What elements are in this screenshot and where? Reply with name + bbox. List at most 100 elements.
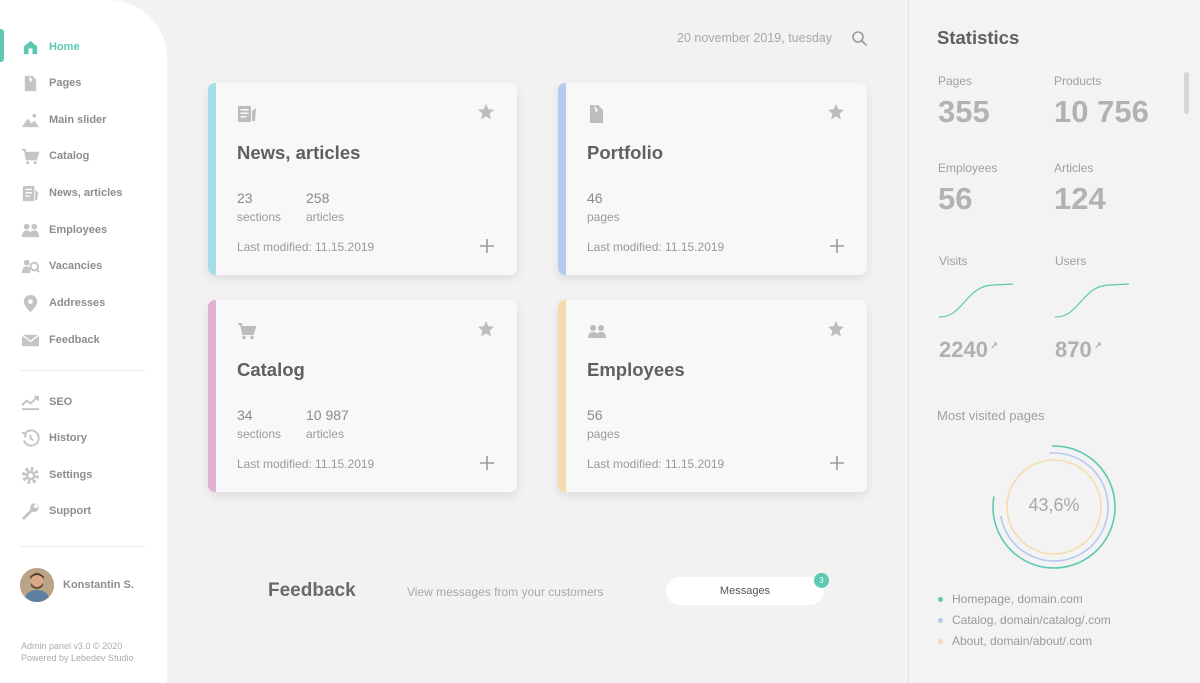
- stat-visits-value: 2240 ↗: [939, 337, 998, 363]
- chart-line-icon: [20, 392, 40, 412]
- most-visited-title: Most visited pages: [937, 408, 1045, 423]
- stat-value: 10 987: [306, 407, 349, 423]
- pages-icon: [20, 73, 40, 93]
- search-icon[interactable]: [851, 30, 868, 47]
- feedback-title: Feedback: [268, 580, 356, 601]
- card-accent: [558, 300, 566, 492]
- card-title: Catalog: [237, 359, 305, 380]
- card-stat: 10 987 articles: [306, 407, 349, 441]
- stat-pages-label: Pages: [938, 74, 973, 88]
- card-accent: [558, 83, 566, 275]
- sidebar-item-label: Main slider: [49, 114, 107, 126]
- users-sparkline: [1054, 283, 1130, 318]
- footer-version: Admin panel v3.0 © 2020: [21, 641, 123, 651]
- stat-employees-label: Employees: [938, 161, 998, 175]
- current-date: 20 november 2019, tuesday: [677, 31, 832, 45]
- card-catalog[interactable]: Catalog 34 sections 10 987 articles Last…: [208, 300, 517, 492]
- card-stat: 23 sections: [237, 190, 281, 224]
- news-icon: [20, 183, 40, 203]
- sidebar-item-catalog[interactable]: Catalog: [20, 144, 89, 168]
- plus-icon[interactable]: [829, 455, 845, 471]
- card-accent: [208, 300, 216, 492]
- home-icon: [20, 37, 40, 57]
- messages-button[interactable]: Messages: [666, 577, 824, 605]
- stat-users-label: Users: [1055, 254, 1087, 268]
- history-icon: [20, 428, 40, 448]
- footer-powered-by: Powered by Lebedev Studio: [21, 653, 134, 663]
- last-modified: Last modified: 11.15.2019: [237, 457, 375, 471]
- sidebar-item-label: Employees: [49, 224, 108, 236]
- stat-products-value: 10 756: [1054, 94, 1149, 129]
- card-news-articles[interactable]: News, articles 23 sections 258 articles …: [208, 83, 517, 275]
- star-icon[interactable]: [477, 103, 495, 121]
- legend-item-about: About, domain/about/.com: [938, 634, 1092, 648]
- sidebar-item-settings[interactable]: Settings: [20, 463, 92, 487]
- active-indicator: [0, 29, 4, 62]
- sidebar-item-pages[interactable]: Pages: [20, 71, 81, 95]
- stat-value: 46: [587, 190, 603, 206]
- wrench-icon: [20, 501, 40, 521]
- stat-visits-label: Visits: [939, 254, 968, 268]
- trend-up-icon: ↗: [1093, 340, 1103, 352]
- legend-item-homepage: Homepage, domain.com: [938, 592, 1083, 606]
- image-icon: [20, 110, 40, 130]
- people-icon: [587, 321, 607, 341]
- sidebar-item-home[interactable]: Home: [20, 35, 80, 59]
- sidebar-item-label: Support: [49, 505, 92, 517]
- card-title: News, articles: [237, 142, 361, 163]
- scrollbar[interactable]: [1184, 72, 1189, 114]
- people-icon: [20, 220, 40, 240]
- legend-label: About, domain/about/.com: [952, 634, 1093, 648]
- cart-icon: [237, 321, 257, 341]
- stat-label: pages: [587, 427, 620, 441]
- legend-dot: [938, 617, 943, 623]
- card-stat: 56 pages: [587, 407, 620, 441]
- location-pin-icon: [20, 293, 40, 313]
- trend-up-icon: ↗: [989, 340, 999, 352]
- sidebar-item-employees[interactable]: Employees: [20, 218, 107, 242]
- stat-products-label: Products: [1054, 74, 1102, 88]
- sidebar-divider: [20, 370, 146, 371]
- pages-icon: [587, 104, 607, 124]
- avatar[interactable]: [20, 568, 54, 602]
- star-icon[interactable]: [827, 103, 845, 121]
- card-stat: 46 pages: [587, 190, 620, 224]
- plus-icon[interactable]: [479, 238, 495, 254]
- card-stat: 258 articles: [306, 190, 344, 224]
- card-employees[interactable]: Employees 56 pages Last modified: 11.15.…: [558, 300, 867, 492]
- sidebar-item-label: Pages: [49, 77, 82, 89]
- footer-credits: Admin panel v3.0 © 2020 Powered by Lebed…: [21, 640, 134, 664]
- plus-icon[interactable]: [479, 455, 495, 471]
- card-portfolio[interactable]: Portfolio 46 pages Last modified: 11.15.…: [558, 83, 867, 275]
- stat-value: 34: [237, 407, 253, 423]
- star-icon[interactable]: [827, 320, 845, 338]
- sidebar: Home Pages Main slider Catalog News, art…: [0, 0, 167, 683]
- sidebar-item-support[interactable]: Support: [20, 499, 91, 523]
- sidebar-item-vacancies[interactable]: Vacancies: [20, 254, 102, 278]
- users-value-text: 870: [1055, 337, 1092, 362]
- sidebar-item-main-slider[interactable]: Main slider: [20, 108, 106, 132]
- card-accent: [208, 83, 216, 275]
- sidebar-item-label: Home: [49, 41, 80, 53]
- sidebar-item-history[interactable]: History: [20, 426, 87, 450]
- stat-label: sections: [237, 427, 282, 441]
- stat-articles-value: 124: [1054, 181, 1106, 216]
- stat-value: 258: [306, 190, 330, 206]
- sidebar-item-label: SEO: [49, 396, 73, 408]
- cart-icon: [20, 146, 40, 166]
- user-profile[interactable]: Konstantin S.: [20, 568, 134, 602]
- sidebar-item-news[interactable]: News, articles: [20, 181, 122, 205]
- stat-value: 23: [237, 190, 253, 206]
- envelope-icon: [20, 330, 40, 350]
- plus-icon[interactable]: [829, 238, 845, 254]
- sidebar-item-addresses[interactable]: Addresses: [20, 291, 105, 315]
- stat-label: pages: [587, 210, 620, 224]
- sidebar-item-feedback[interactable]: Feedback: [20, 328, 100, 352]
- sidebar-item-seo[interactable]: SEO: [20, 390, 72, 414]
- visits-value-text: 2240: [939, 337, 988, 362]
- star-icon[interactable]: [477, 320, 495, 338]
- vacancies-icon: [20, 256, 40, 276]
- stat-employees-value: 56: [938, 181, 973, 216]
- user-name: Konstantin S.: [63, 579, 134, 591]
- sidebar-item-label: History: [49, 432, 87, 444]
